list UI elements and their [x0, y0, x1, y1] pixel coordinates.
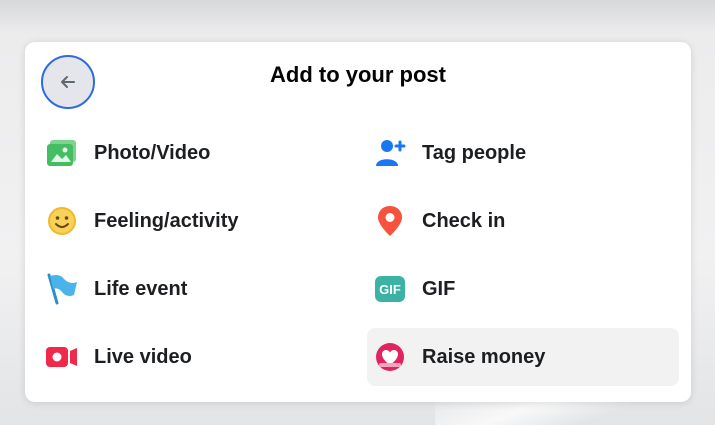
option-label: GIF: [422, 277, 456, 300]
option-life-event[interactable]: Life event: [39, 260, 355, 318]
option-gif[interactable]: GIF GIF: [367, 260, 683, 318]
add-to-post-dialog: Add to your post Photo/Video Tag people …: [25, 42, 691, 402]
gif-icon: GIF: [372, 271, 408, 307]
option-label: Check in: [422, 209, 506, 232]
option-live-video[interactable]: Live video: [39, 328, 355, 386]
live-video-icon: [44, 339, 80, 375]
location-pin-icon: [372, 203, 408, 239]
dialog-header: Add to your post: [25, 42, 691, 116]
option-label: Life event: [94, 277, 188, 300]
option-label: Feeling/activity: [94, 209, 239, 232]
option-label: Tag people: [422, 141, 527, 164]
option-label: Live video: [94, 345, 192, 368]
feeling-icon: [44, 203, 80, 239]
dialog-title: Add to your post: [270, 62, 446, 87]
flag-icon: [44, 271, 80, 307]
photo-video-icon: [44, 135, 80, 171]
option-feeling-activity[interactable]: Feeling/activity: [39, 192, 355, 250]
option-label: Photo/Video: [94, 141, 211, 164]
tag-people-icon: [372, 135, 408, 171]
svg-text:GIF: GIF: [379, 282, 401, 297]
raise-money-icon: [372, 339, 408, 375]
option-photo-video[interactable]: Photo/Video: [39, 124, 355, 182]
option-raise-money[interactable]: Raise money: [367, 328, 679, 386]
option-check-in[interactable]: Check in: [367, 192, 683, 250]
option-label: Raise money: [422, 345, 546, 368]
option-tag-people[interactable]: Tag people: [367, 124, 683, 182]
